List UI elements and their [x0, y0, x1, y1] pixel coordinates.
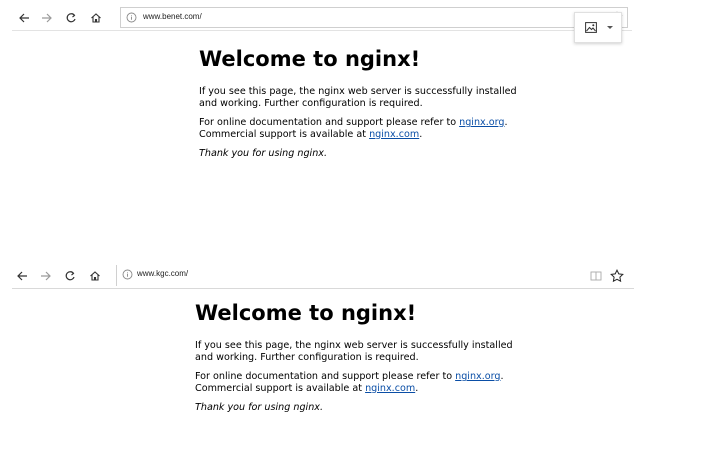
star-icon[interactable] [610, 269, 624, 283]
back-button[interactable] [14, 8, 34, 28]
support-text: For online documentation and support ple… [199, 117, 460, 128]
nginx-org-link[interactable]: nginx.org [455, 371, 500, 382]
forward-arrow-icon [42, 13, 52, 23]
commercial-text-period: . [415, 382, 419, 394]
page-title: Welcome to nginx! [195, 301, 417, 325]
page-content: Welcome to nginx! If you see this page, … [195, 300, 525, 422]
commercial-text-period: . [419, 128, 423, 140]
support-text-period: . [504, 117, 508, 128]
address-bar[interactable]: www.kgc.com/ [116, 265, 586, 286]
support-text: For online documentation and support ple… [195, 371, 456, 382]
commercial-text: Commercial support is available at [195, 382, 366, 394]
thanks-paragraph: Thank you for using nginx. [195, 402, 525, 414]
url-text: www.kgc.com/ [137, 269, 189, 278]
url-text: www.benet.com/ [143, 12, 202, 21]
site-info-icon [122, 269, 133, 280]
browser-toolbar: www.benet.com/ [12, 6, 632, 31]
nginx-com-link[interactable]: nginx.com [369, 129, 419, 140]
home-icon [90, 271, 100, 281]
page-content: Welcome to nginx! If you see this page, … [199, 46, 529, 168]
forward-arrow-icon [41, 271, 51, 281]
forward-button[interactable] [37, 8, 57, 28]
refresh-button[interactable] [60, 266, 80, 286]
back-arrow-icon [17, 271, 27, 281]
thanks-paragraph: Thank you for using nginx. [199, 148, 529, 160]
nginx-org-link[interactable]: nginx.org [459, 117, 504, 128]
refresh-icon [65, 271, 75, 281]
site-info-icon [126, 12, 137, 23]
image-options-popup[interactable] [574, 12, 622, 43]
browser-window-benet: www.benet.com/ Welcome to nginx! If you … [0, 0, 640, 220]
forward-button[interactable] [36, 266, 56, 286]
support-text-period: . [500, 371, 504, 382]
image-icon [585, 22, 597, 33]
home-icon [91, 13, 101, 23]
support-paragraph: For online documentation and support ple… [199, 117, 529, 140]
nginx-com-link[interactable]: nginx.com [365, 383, 415, 394]
intro-paragraph: If you see this page, the nginx web serv… [195, 340, 513, 363]
commercial-text: Commercial support is available at [199, 128, 370, 140]
intro-paragraph: If you see this page, the nginx web serv… [199, 86, 517, 109]
home-button[interactable] [86, 8, 106, 28]
browser-toolbar: www.kgc.com/ [12, 264, 634, 289]
screenshot-canvas: www.benet.com/ Welcome to nginx! If you … [0, 0, 701, 449]
chevron-down-icon [607, 26, 613, 29]
address-bar[interactable]: www.benet.com/ [120, 7, 628, 28]
page-title: Welcome to nginx! [199, 47, 421, 71]
back-button[interactable] [12, 266, 32, 286]
thanks-text: Thank you for using nginx. [199, 148, 328, 159]
home-button[interactable] [85, 266, 105, 286]
back-arrow-icon [19, 13, 29, 23]
refresh-icon [66, 13, 76, 23]
support-paragraph: For online documentation and support ple… [195, 371, 525, 394]
browser-window-kgc: www.kgc.com/ Welcome to nginx! If you se… [0, 262, 640, 449]
reading-view-icon[interactable] [590, 270, 602, 282]
refresh-button[interactable] [61, 8, 81, 28]
thanks-text: Thank you for using nginx. [195, 402, 324, 413]
